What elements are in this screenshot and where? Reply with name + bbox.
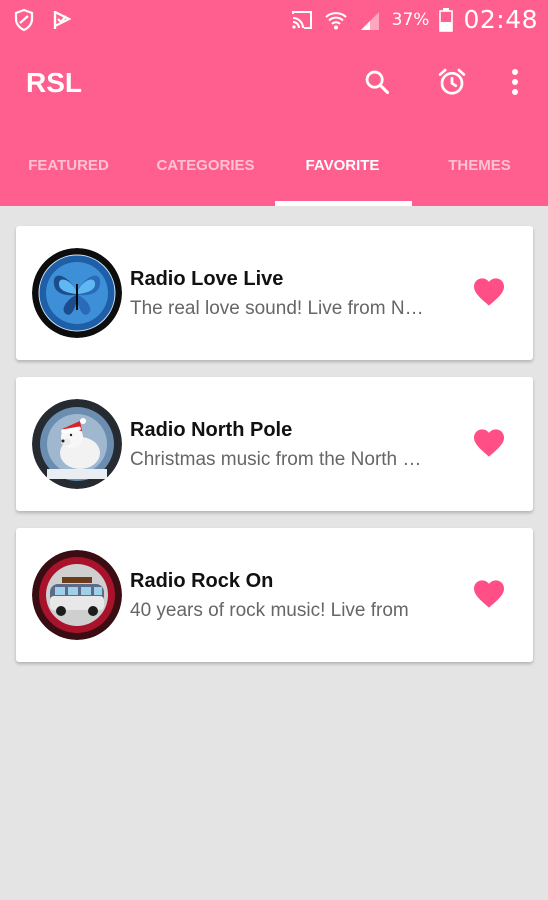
clock: 02:48 [463, 5, 538, 34]
flag-check-icon [53, 11, 72, 29]
heart-icon [474, 580, 504, 608]
station-name: Radio Love Live [130, 268, 284, 290]
status-right-icons: 37% 02:48 [290, 5, 538, 34]
station-logo-polar-bear [32, 399, 122, 489]
favorite-button[interactable] [471, 274, 507, 310]
tab-themes[interactable]: THEMES [411, 124, 548, 206]
battery-percent: 37% [391, 9, 430, 30]
wifi-icon [324, 11, 347, 29]
station-logo-butterfly [32, 248, 122, 338]
tab-indicator [275, 201, 412, 206]
search-icon [365, 70, 390, 95]
more-options-button[interactable] [493, 60, 537, 104]
alarm-icon [438, 68, 466, 95]
tab-favorite[interactable]: FAVORITE [274, 124, 411, 206]
tab-bar: FEATURED CATEGORIES FAVORITE THEMES [0, 124, 548, 206]
more-vert-icon [512, 69, 518, 95]
station-card[interactable]: Radio Love Live The real love sound! Liv… [16, 226, 533, 360]
favorite-button[interactable] [471, 576, 507, 612]
heart-icon [474, 278, 504, 306]
cast-icon [291, 10, 312, 29]
app-bar: RSL [0, 40, 548, 124]
station-description: Christmas music from the North Pole [130, 449, 430, 470]
station-card[interactable]: Radio Rock On 40 years of rock music! Li… [16, 528, 533, 662]
station-description: 40 years of rock music! Live from [130, 600, 409, 621]
status-bar: 37% 02:48 [0, 0, 548, 40]
station-name: Radio Rock On [130, 570, 274, 592]
battery-icon [439, 7, 454, 32]
app-title: RSL [26, 67, 82, 98]
station-name: Radio North Pole [130, 419, 293, 441]
station-logo-van [32, 550, 122, 640]
search-button[interactable] [355, 60, 399, 104]
signal-icon [360, 11, 379, 30]
status-left-icons [12, 8, 74, 32]
station-description: The real love sound! Live from New York [130, 298, 430, 319]
alarm-button[interactable] [430, 60, 474, 104]
tab-featured[interactable]: FEATURED [0, 124, 137, 206]
station-card[interactable]: Radio North Pole Christmas music from th… [16, 377, 533, 511]
shield-icon [14, 8, 34, 32]
tab-categories[interactable]: CATEGORIES [137, 124, 274, 206]
heart-icon [474, 429, 504, 457]
favorite-button[interactable] [471, 425, 507, 461]
